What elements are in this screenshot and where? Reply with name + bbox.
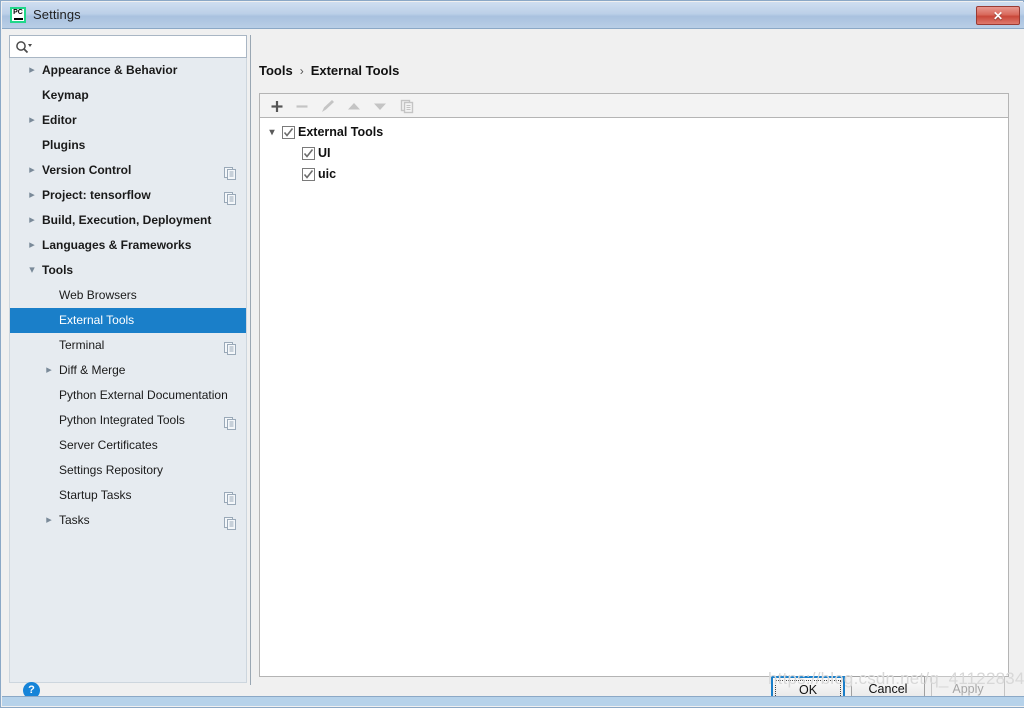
window-title: Settings [33,7,81,22]
breadcrumb-separator-icon: › [299,64,304,78]
sidebar-item-build-execution-deployment[interactable]: ▸ Build, Execution, Deployment [10,208,246,233]
dialog-body: ▸ Appearance & Behavior Keymap ▸ Editor Plugi… [2,29,1024,707]
sidebar-item-appearance-behavior[interactable]: ▸ Appearance & Behavior [10,58,246,83]
copy-settings-icon[interactable] [224,514,237,530]
tree-node-uic[interactable]: uic [260,164,1008,185]
sidebar-item-keymap[interactable]: Keymap [10,83,246,108]
close-icon[interactable]: ✕ [976,6,1020,25]
checkbox[interactable] [282,126,295,139]
settings-dialog: PC Settings ✕ ▸ Appearance & Behavior Keym… [0,0,1024,708]
settings-sidebar: ▸ Appearance & Behavior Keymap ▸ Editor Plugi… [9,35,249,685]
sidebar-item-label: Appearance & Behavior [42,63,178,77]
sidebar-item-label: Python External Documentation [59,388,228,402]
copy-settings-icon[interactable] [224,189,237,205]
external-tools-tree[interactable]: ▾ External Tools UI uic [259,118,1009,677]
sidebar-item-label: Web Browsers [59,288,137,302]
sidebar-item-label: Languages & Frameworks [42,238,192,252]
settings-category-tree[interactable]: ▸ Appearance & Behavior Keymap ▸ Editor Plugi… [9,58,247,683]
sidebar-item-tasks[interactable]: ▸ Tasks [10,508,246,533]
sidebar-item-plugins[interactable]: Plugins [10,133,246,158]
sidebar-item-label: Plugins [42,138,86,152]
sidebar-item-server-certificates[interactable]: Server Certificates [10,433,246,458]
settings-detail-pane: Tools › External Tools ▾ External Tools UI ui… [259,35,1011,685]
breadcrumb-current: External Tools [310,63,400,78]
search-icon [15,40,33,54]
sidebar-item-version-control[interactable]: ▸ Version Control [10,158,246,183]
chevron-right-icon[interactable]: ▸ [42,508,56,533]
sidebar-item-label: Tasks [59,513,90,527]
checkbox[interactable] [302,168,315,181]
arrow-down-icon [368,96,392,117]
chevron-right-icon[interactable]: ▸ [42,358,56,383]
sidebar-item-languages-frameworks[interactable]: ▸ Languages & Frameworks [10,233,246,258]
copy-settings-icon[interactable] [224,339,237,355]
sidebar-item-editor[interactable]: ▸ Editor [10,108,246,133]
chevron-down-icon[interactable]: ▾ [25,258,39,283]
panel-splitter[interactable] [250,35,251,685]
tree-node-external-tools[interactable]: ▾ External Tools [260,122,1008,143]
sidebar-item-label: Server Certificates [59,438,158,452]
chevron-down-icon[interactable]: ▾ [266,122,278,143]
search-box[interactable] [9,35,247,58]
title-bar: PC Settings ✕ [2,2,1024,29]
sidebar-item-diff-merge[interactable]: ▸ Diff & Merge [10,358,246,383]
tree-node-ui[interactable]: UI [260,143,1008,164]
sidebar-item-label: Editor [42,113,77,127]
copy-icon [395,96,419,117]
sidebar-item-tools[interactable]: ▾ Tools [10,258,246,283]
pycharm-icon: PC [10,7,26,23]
arrow-up-icon [342,96,366,117]
chevron-right-icon[interactable]: ▸ [25,233,39,258]
sidebar-item-label: Terminal [59,338,105,352]
chevron-right-icon[interactable]: ▸ [25,183,39,208]
chevron-right-icon[interactable]: ▸ [25,158,39,183]
sidebar-item-label: Python Integrated Tools [59,413,185,427]
sidebar-item-label: Diff & Merge [59,363,126,377]
sidebar-item-label: External Tools [59,313,135,327]
copy-settings-icon[interactable] [224,414,237,430]
sidebar-item-label: Startup Tasks [59,488,132,502]
sidebar-item-label: Settings Repository [59,463,164,477]
external-tools-toolbar [259,93,1009,118]
copy-settings-icon[interactable] [224,164,237,180]
sidebar-item-label: Version Control [42,163,132,177]
minus-icon [290,96,314,117]
sidebar-item-external-tools[interactable]: External Tools [10,308,246,333]
sidebar-item-label: Build, Execution, Deployment [42,213,212,227]
pencil-icon [316,96,340,117]
sidebar-item-label: Keymap [42,88,89,102]
sidebar-item-web-browsers[interactable]: Web Browsers [10,283,246,308]
sidebar-item-startup-tasks[interactable]: Startup Tasks [10,483,246,508]
search-input[interactable] [36,39,241,55]
tree-node-label: External Tools [298,125,384,139]
sidebar-item-terminal[interactable]: Terminal [10,333,246,358]
sidebar-item-project-tensorflow[interactable]: ▸ Project: tensorflow [10,183,246,208]
sidebar-item-settings-repository[interactable]: Settings Repository [10,458,246,483]
copy-settings-icon[interactable] [224,489,237,505]
sidebar-item-python-external-documentation[interactable]: Python External Documentation [10,383,246,408]
sidebar-item-label: Tools [42,263,74,277]
breadcrumb: Tools › External Tools [259,63,399,81]
window-bottom-border [2,696,1024,706]
tree-node-label: UI [318,146,331,160]
sidebar-item-label: Project: tensorflow [42,188,151,202]
tree-node-label: uic [318,167,337,181]
plus-icon[interactable] [265,96,289,117]
tree-content: ▾ External Tools UI uic [260,118,1008,185]
sidebar-item-python-integrated-tools[interactable]: Python Integrated Tools [10,408,246,433]
checkbox[interactable] [302,147,315,160]
chevron-right-icon[interactable]: ▸ [25,58,39,83]
chevron-right-icon[interactable]: ▸ [25,208,39,233]
breadcrumb-parent[interactable]: Tools [259,63,293,78]
chevron-right-icon[interactable]: ▸ [25,108,39,133]
